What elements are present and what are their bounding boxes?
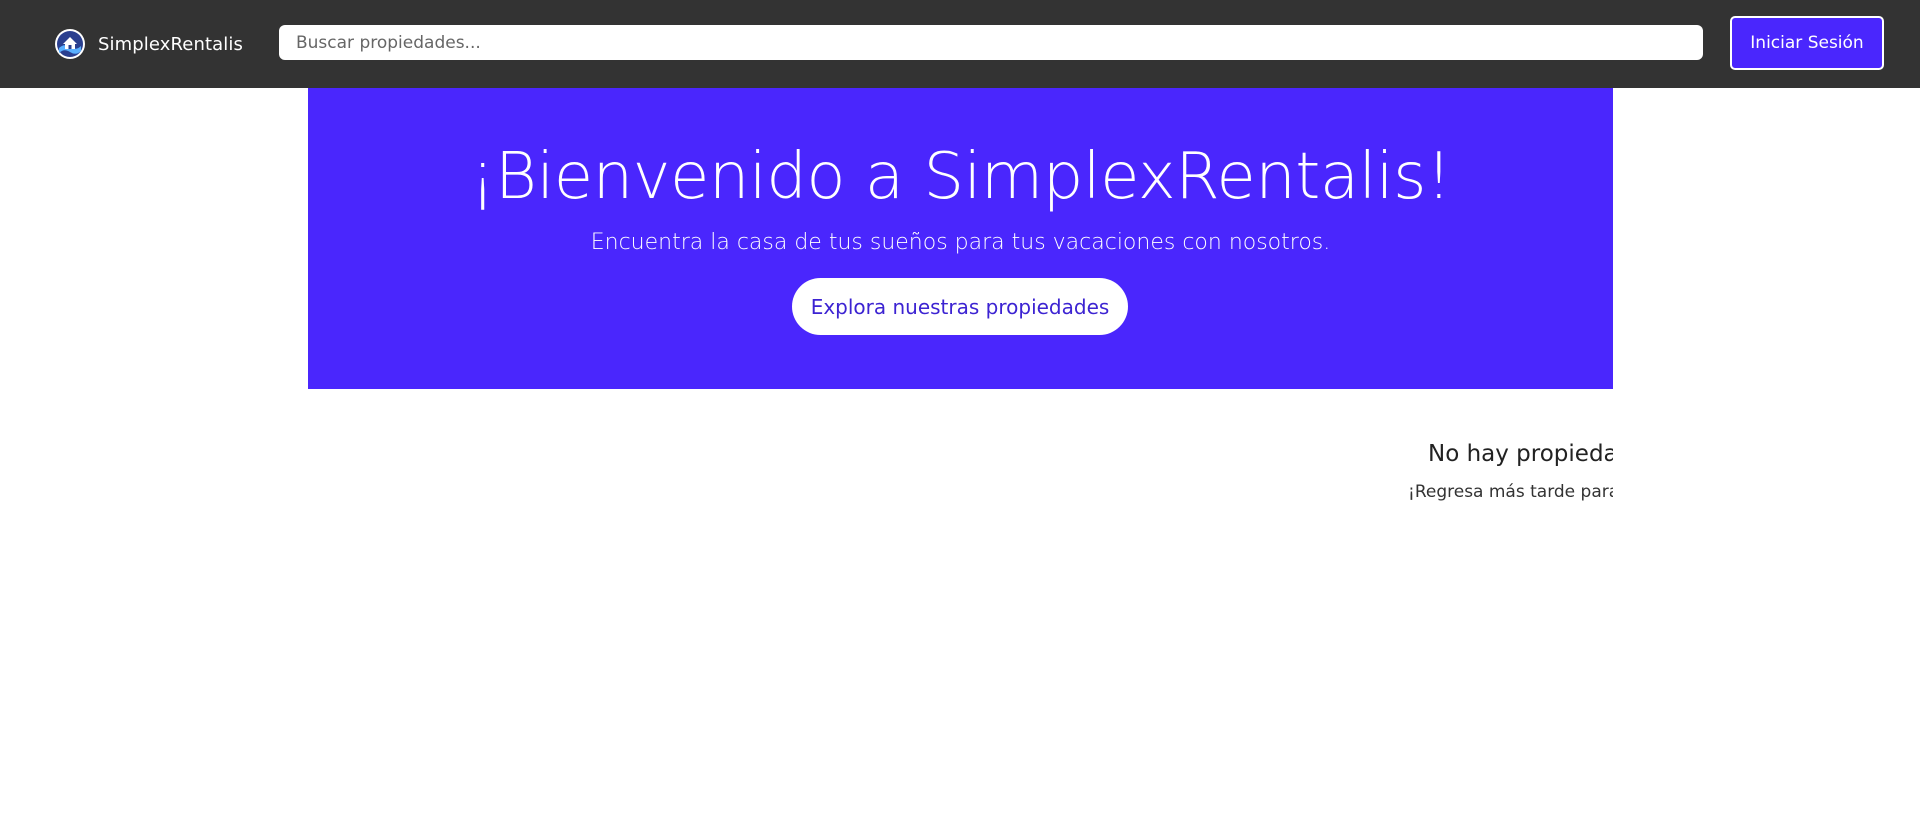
empty-state-title: No hay propiedades disponibles (1428, 441, 1613, 467)
brand-link[interactable]: SimplexRentalis (54, 27, 243, 61)
brand-name: SimplexRentalis (98, 33, 243, 55)
house-wave-logo-icon (55, 29, 85, 59)
hero-banner: ¡Bienvenido a SimplexRentalis! Encuentra… (308, 88, 1613, 389)
hero-subtitle: Encuentra la casa de tus sueños para tus… (590, 230, 1331, 255)
search-input[interactable] (279, 25, 1703, 60)
login-button[interactable]: Iniciar Sesión (1730, 16, 1884, 70)
properties-section: No hay propiedades disponibles ¡Regresa … (308, 389, 1613, 529)
empty-state-message: ¡Regresa más tarde para ver nuevas propi… (1408, 482, 1613, 502)
explore-properties-button[interactable]: Explora nuestras propiedades (792, 278, 1128, 335)
hero-title: ¡Bienvenido a SimplexRentalis! (469, 140, 1452, 214)
navbar: SimplexRentalis Iniciar Sesión (0, 0, 1920, 88)
